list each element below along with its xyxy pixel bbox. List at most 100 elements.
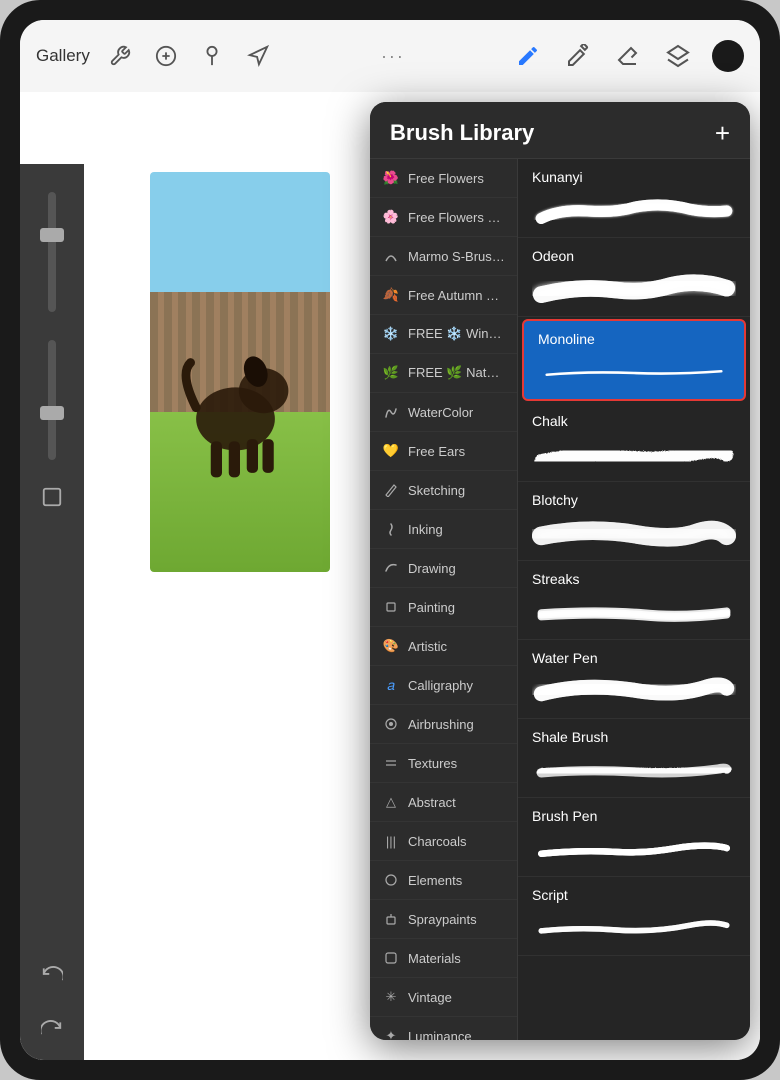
gallery-button[interactable]: Gallery: [36, 46, 90, 66]
ipad-screen: Gallery: [20, 20, 760, 1060]
brush-stroke-monoline: [538, 353, 730, 393]
category-label-watercolor: WaterColor: [408, 405, 473, 420]
category-label-vintage: Vintage: [408, 990, 452, 1005]
square-icon[interactable]: [35, 480, 69, 514]
category-icon-textures: [382, 754, 400, 772]
category-label-luminance: Luminance: [408, 1029, 472, 1041]
smudge-icon[interactable]: [196, 40, 228, 72]
category-item-watercolor[interactable]: WaterColor: [370, 393, 517, 432]
category-label-calligraphy: Calligraphy: [408, 678, 473, 693]
category-label-free-nature: FREE 🌿 Nature...: [408, 365, 505, 381]
category-item-free-nature[interactable]: 🌿 FREE 🌿 Nature...: [370, 354, 517, 393]
opacity-thumb[interactable]: [40, 406, 64, 420]
brush-name-shale-brush: Shale Brush: [532, 729, 736, 745]
brush-stroke-water-pen: [532, 672, 736, 712]
category-label-free-flowers: Free Flowers: [408, 171, 484, 186]
category-item-spraypaints[interactable]: Spraypaints: [370, 900, 517, 939]
category-label-airbrushing: Airbrushing: [408, 717, 474, 732]
category-item-airbrushing[interactable]: Airbrushing: [370, 705, 517, 744]
brush-item-odeon[interactable]: Odeon: [518, 238, 750, 317]
category-item-charcoals[interactable]: ||| Charcoals: [370, 822, 517, 861]
eraser-tool-icon[interactable]: [612, 40, 644, 72]
brush-library-header: Brush Library +: [370, 102, 750, 159]
navigate-icon[interactable]: [242, 40, 274, 72]
category-list: 🌺 Free Flowers 🌸 Free Flowers V.2 Marmo …: [370, 159, 518, 1040]
category-item-free-winter[interactable]: ❄️ FREE ❄️ Winter N...: [370, 315, 517, 354]
brush-size-slider[interactable]: [48, 192, 56, 312]
brush-item-kunanyi[interactable]: Kunanyi: [518, 159, 750, 238]
brush-tool-icon[interactable]: [562, 40, 594, 72]
category-item-elements[interactable]: Elements: [370, 861, 517, 900]
category-item-vintage[interactable]: ✳ Vintage: [370, 978, 517, 1017]
category-icon-luminance: ✦: [382, 1027, 400, 1040]
category-label-sketching: Sketching: [408, 483, 465, 498]
brush-library-body: 🌺 Free Flowers 🌸 Free Flowers V.2 Marmo …: [370, 159, 750, 1040]
top-bar-right: [512, 40, 744, 72]
brush-item-blotchy[interactable]: Blotchy: [518, 482, 750, 561]
category-item-free-autumn[interactable]: 🍂 Free Autumn Brushes...: [370, 276, 517, 315]
brush-name-chalk: Chalk: [532, 413, 736, 429]
wrench-icon[interactable]: [104, 40, 136, 72]
layers-tool-icon[interactable]: [662, 40, 694, 72]
brush-size-thumb[interactable]: [40, 228, 64, 242]
category-item-textures[interactable]: Textures: [370, 744, 517, 783]
category-item-sketching[interactable]: Sketching: [370, 471, 517, 510]
brush-item-water-pen[interactable]: Water Pen: [518, 640, 750, 719]
category-item-calligraphy[interactable]: 𝑎 Calligraphy: [370, 666, 517, 705]
category-icon-watercolor: [382, 403, 400, 421]
category-item-free-ears[interactable]: 💛 Free Ears: [370, 432, 517, 471]
brush-library-panel: Brush Library + 🌺 Free Flowers 🌸 Free Fl…: [370, 102, 750, 1040]
brush-name-kunanyi: Kunanyi: [532, 169, 736, 185]
category-label-inking: Inking: [408, 522, 443, 537]
brush-name-script: Script: [532, 887, 736, 903]
category-label-spraypaints: Spraypaints: [408, 912, 477, 927]
brush-stroke-odeon: [532, 270, 736, 310]
category-icon-inking: [382, 520, 400, 538]
add-brush-button[interactable]: +: [715, 120, 730, 146]
category-item-marmo[interactable]: Marmo S-Brush Pack: [370, 237, 517, 276]
pen-tool-icon[interactable]: [512, 40, 544, 72]
category-icon-painting: [382, 598, 400, 616]
category-label-materials: Materials: [408, 951, 461, 966]
brush-library-title: Brush Library: [390, 120, 534, 146]
category-icon-free-flowers: 🌺: [382, 169, 400, 187]
category-item-inking[interactable]: Inking: [370, 510, 517, 549]
adjustments-icon[interactable]: [150, 40, 182, 72]
brush-list: Kunanyi Odeon: [518, 159, 750, 1040]
category-icon-drawing: [382, 559, 400, 577]
brush-item-brush-pen[interactable]: Brush Pen: [518, 798, 750, 877]
brush-name-water-pen: Water Pen: [532, 650, 736, 666]
category-item-luminance[interactable]: ✦ Luminance: [370, 1017, 517, 1040]
undo-button[interactable]: [35, 956, 69, 990]
category-item-abstract[interactable]: △ Abstract: [370, 783, 517, 822]
category-label-artistic: Artistic: [408, 639, 447, 654]
category-label-free-autumn: Free Autumn Brushes...: [408, 288, 505, 303]
brush-item-shale-brush[interactable]: Shale Brush: [518, 719, 750, 798]
more-options-icon[interactable]: ···: [381, 46, 405, 67]
category-label-abstract: Abstract: [408, 795, 456, 810]
category-item-drawing[interactable]: Drawing: [370, 549, 517, 588]
category-label-free-winter: FREE ❄️ Winter N...: [408, 326, 505, 342]
brush-item-monoline[interactable]: Monoline: [522, 319, 746, 401]
ipad-frame: Gallery: [0, 0, 780, 1080]
category-item-painting[interactable]: Painting: [370, 588, 517, 627]
brush-item-streaks[interactable]: Streaks: [518, 561, 750, 640]
brush-name-monoline: Monoline: [538, 331, 730, 347]
category-label-charcoals: Charcoals: [408, 834, 467, 849]
brush-item-script[interactable]: Script: [518, 877, 750, 956]
category-item-artistic[interactable]: 🎨 Artistic: [370, 627, 517, 666]
category-icon-free-ears: 💛: [382, 442, 400, 460]
category-item-materials[interactable]: Materials: [370, 939, 517, 978]
category-icon-materials: [382, 949, 400, 967]
category-item-free-flowers[interactable]: 🌺 Free Flowers: [370, 159, 517, 198]
category-item-free-flowers-v2[interactable]: 🌸 Free Flowers V.2: [370, 198, 517, 237]
category-icon-charcoals: |||: [382, 832, 400, 850]
left-sidebar: [20, 164, 84, 1060]
color-swatch[interactable]: [712, 40, 744, 72]
brush-item-chalk[interactable]: Chalk: [518, 403, 750, 482]
opacity-slider[interactable]: [48, 340, 56, 460]
top-bar: Gallery: [20, 20, 760, 92]
category-icon-free-winter: ❄️: [382, 325, 400, 343]
redo-button[interactable]: [35, 1010, 69, 1044]
brush-stroke-chalk: [532, 435, 736, 475]
